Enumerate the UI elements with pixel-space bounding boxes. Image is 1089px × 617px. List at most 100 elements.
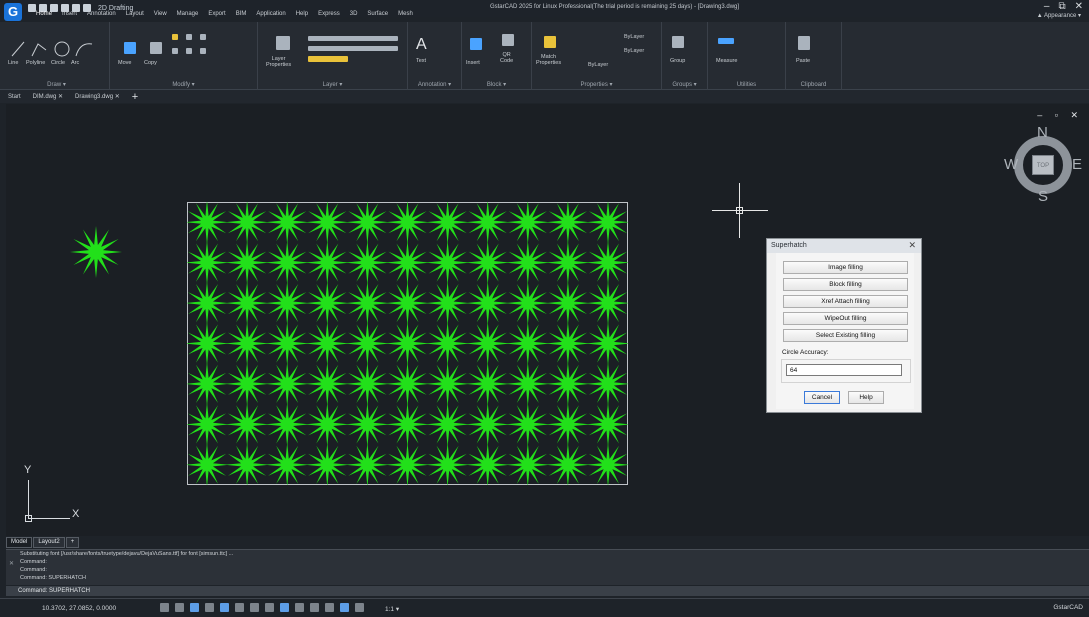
viewcube-top-face[interactable]: TOP	[1032, 155, 1054, 175]
match-properties-icon[interactable]	[544, 36, 556, 48]
select-existing-filling-button[interactable]: Select Existing filling	[783, 329, 908, 342]
fillet-icon[interactable]	[186, 48, 192, 54]
paste-tool[interactable]: Paste	[796, 58, 810, 64]
doc-tab-dim[interactable]: DIM.dwg ✕	[33, 93, 63, 100]
group-groups-label[interactable]: Groups ▾	[662, 81, 707, 88]
qr-code-icon[interactable]	[502, 34, 514, 46]
selection-cycling-icon[interactable]	[310, 603, 319, 612]
layer-properties-tool[interactable]: Layer Properties	[266, 56, 291, 68]
group-clipboard-label[interactable]: Clipboard	[786, 82, 841, 88]
otrack-toggle-icon[interactable]	[235, 603, 244, 612]
viewcube-east[interactable]: E	[1072, 156, 1082, 173]
tab-manage[interactable]: Manage	[177, 11, 199, 21]
isolate-objects-icon[interactable]	[340, 603, 349, 612]
viewcube[interactable]: TOP N S E W	[1004, 124, 1082, 205]
tab-home[interactable]: Home	[36, 11, 52, 21]
lineweight-toggle-icon[interactable]	[280, 603, 289, 612]
group-tool[interactable]: Group	[670, 58, 685, 64]
app-logo-icon[interactable]: G	[4, 3, 22, 21]
cancel-button[interactable]: Cancel	[804, 391, 840, 404]
group-modify-label[interactable]: Modify ▾	[110, 81, 257, 88]
group-utilities-label[interactable]: Utilities	[708, 82, 785, 88]
circle-accuracy-input[interactable]: 64	[786, 364, 902, 376]
insert-icon[interactable]	[470, 38, 482, 50]
minimize-button[interactable]: –	[1044, 1, 1050, 12]
doc-tab-drawing3[interactable]: Drawing3.dwg ✕	[75, 93, 120, 100]
insert-tool[interactable]: Insert	[466, 60, 480, 66]
dialog-close-icon[interactable]: ✕	[908, 240, 916, 251]
block-filling-button[interactable]: Block filling	[783, 278, 908, 291]
ducs-toggle-icon[interactable]	[250, 603, 259, 612]
annotation-visibility-icon[interactable]	[325, 603, 334, 612]
copy-tool[interactable]: Copy	[144, 60, 157, 66]
group-annotation-label[interactable]: Annotation ▾	[408, 81, 461, 88]
dyn-toggle-icon[interactable]	[265, 603, 274, 612]
tab-express[interactable]: Express	[318, 11, 340, 21]
qr-code-tool[interactable]: QR Code	[500, 52, 513, 64]
close-button[interactable]: ✕	[1075, 1, 1083, 12]
tab-insert[interactable]: Insert	[62, 11, 77, 21]
snap-toggle-icon[interactable]	[175, 603, 184, 612]
line-tool[interactable]: Line	[8, 60, 18, 66]
osnap-toggle-icon[interactable]	[220, 603, 229, 612]
tab-model[interactable]: Model	[6, 537, 33, 548]
paste-icon[interactable]	[798, 36, 810, 50]
xref-attach-filling-button[interactable]: Xref Attach filling	[783, 295, 908, 308]
circle-tool[interactable]: Circle	[51, 60, 65, 66]
tab-view[interactable]: View	[154, 11, 167, 21]
layer-dropdown[interactable]	[308, 56, 348, 62]
polyline-tool[interactable]: Polyline	[26, 60, 45, 66]
group-icon[interactable]	[672, 36, 684, 48]
lineweight-dropdown[interactable]: ByLayer	[588, 62, 608, 68]
layer-properties-icon[interactable]	[276, 36, 290, 50]
group-block-label[interactable]: Block ▾	[462, 81, 531, 88]
transparency-toggle-icon[interactable]	[295, 603, 304, 612]
arc-tool[interactable]: Arc	[71, 60, 79, 66]
viewcube-north[interactable]: N	[1037, 124, 1048, 141]
tab-add-layout[interactable]: +	[65, 537, 80, 548]
image-filling-button[interactable]: Image filling	[783, 261, 908, 274]
measure-icon[interactable]	[718, 38, 734, 44]
single-star-block[interactable]	[68, 224, 124, 280]
layer-tools-row-2[interactable]	[308, 46, 398, 51]
help-button[interactable]: Help	[848, 391, 884, 404]
doc-tab-start[interactable]: Start	[8, 94, 21, 100]
wipeout-filling-button[interactable]: WipeOut filling	[783, 312, 908, 325]
extend-icon[interactable]	[200, 34, 206, 40]
polar-toggle-icon[interactable]	[205, 603, 214, 612]
text-tool[interactable]: Text	[416, 58, 426, 64]
tab-mesh[interactable]: Mesh	[398, 11, 413, 21]
color-dropdown[interactable]: ByLayer	[624, 34, 644, 40]
viewcube-west[interactable]: W	[1004, 156, 1018, 173]
grid-toggle-icon[interactable]	[160, 603, 169, 612]
tab-annotation[interactable]: Annotation	[87, 11, 116, 21]
tab-layout2[interactable]: Layout2	[33, 537, 65, 548]
copy-icon[interactable]	[150, 42, 162, 54]
drawing-canvas[interactable]: – ▫ ✕ Y X TOP N S E W	[6, 104, 1089, 536]
new-tab-button[interactable]: +	[132, 91, 138, 103]
tab-export[interactable]: Export	[208, 11, 225, 21]
rotate-icon[interactable]	[172, 34, 178, 40]
tab-layout[interactable]: Layout	[126, 11, 144, 21]
tab-application[interactable]: Application	[256, 11, 285, 21]
trim-icon[interactable]	[186, 34, 192, 40]
tab-bim[interactable]: BIM	[236, 11, 247, 21]
array-icon[interactable]	[200, 48, 206, 54]
appearance-menu[interactable]: ▲ Appearance ▾	[1037, 12, 1081, 19]
group-layer-label[interactable]: Layer ▾	[258, 81, 407, 88]
viewport-controls[interactable]: – ▫ ✕	[1037, 110, 1083, 121]
text-icon[interactable]: A	[416, 36, 427, 54]
tab-surface[interactable]: Surface	[367, 11, 388, 21]
linetype-dropdown[interactable]: ByLayer	[624, 48, 644, 54]
group-properties-label[interactable]: Properties ▾	[532, 81, 661, 88]
mirror-icon[interactable]	[172, 48, 178, 54]
tab-3d[interactable]: 3D	[350, 11, 358, 21]
command-input[interactable]: Command: SUPERHATCH	[6, 586, 1089, 596]
tab-help[interactable]: Help	[296, 11, 308, 21]
command-close-icon[interactable]: ✕	[9, 560, 14, 567]
move-tool[interactable]: Move	[118, 60, 131, 66]
annotation-scale[interactable]: 1:1 ▾	[385, 605, 399, 613]
viewcube-south[interactable]: S	[1038, 188, 1048, 205]
annotation-scale-icon[interactable]	[355, 603, 364, 612]
superhatch-block-fill[interactable]	[187, 202, 628, 485]
